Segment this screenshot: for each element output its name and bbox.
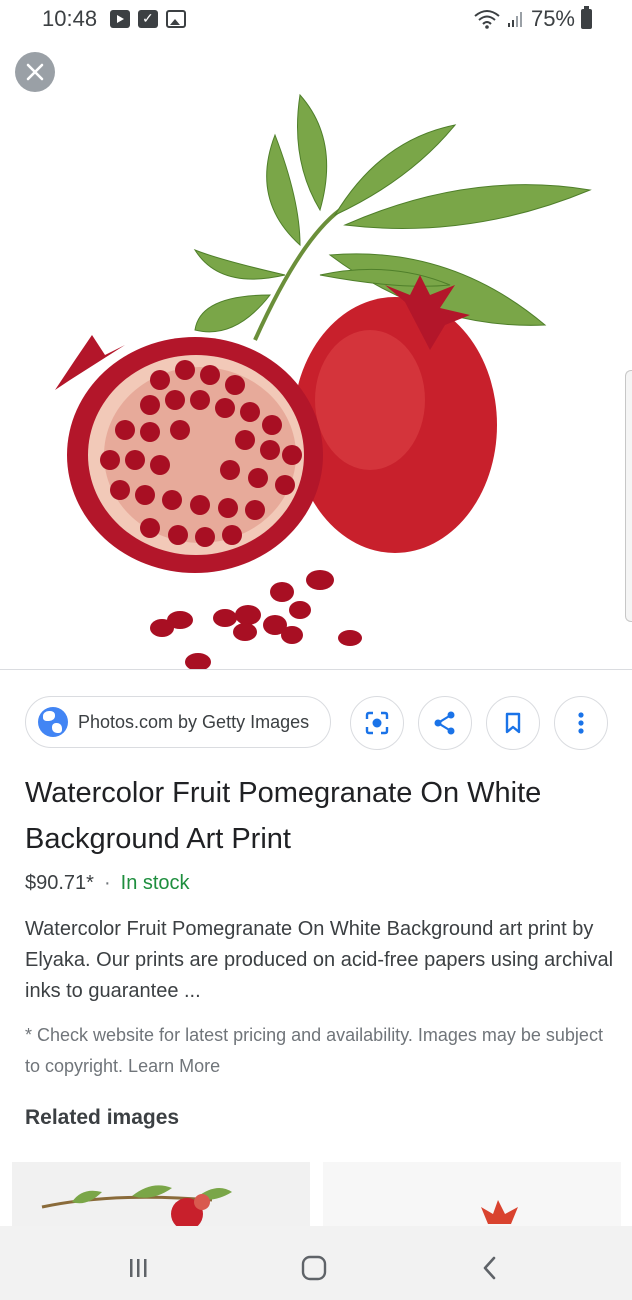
separator-dot: · [103, 872, 111, 894]
bookmark-button[interactable] [486, 696, 540, 750]
more-options-button[interactable] [554, 696, 608, 750]
action-row: Photos.com by Getty Images [25, 696, 615, 752]
loose-seeds [150, 570, 362, 670]
back-button[interactable] [470, 1248, 510, 1288]
more-icon [578, 712, 584, 734]
pomegranate-illustration [55, 93, 592, 670]
pomegranate-flower-thumbnail [481, 1200, 518, 1224]
divider [0, 669, 632, 670]
product-title[interactable]: Watercolor Fruit Pomegranate On White Ba… [25, 770, 615, 862]
wifi-icon [474, 10, 500, 29]
checkbox-icon [138, 10, 158, 28]
lens-icon [365, 711, 389, 735]
price-row: $90.71* · In stock [25, 872, 190, 895]
system-nav-bar [0, 1226, 632, 1300]
source-label: Photos.com by Getty Images [78, 711, 310, 732]
side-panel-handle[interactable] [625, 370, 632, 622]
share-button[interactable] [418, 696, 472, 750]
home-icon [301, 1255, 327, 1281]
related-image-thumbnail[interactable] [12, 1162, 310, 1232]
bookmark-icon [505, 712, 521, 734]
globe-icon [38, 707, 68, 737]
half-pomegranate [55, 335, 323, 573]
home-button[interactable] [294, 1248, 334, 1288]
share-icon [434, 711, 455, 735]
signal-icon [507, 12, 522, 27]
image-preview[interactable] [0, 40, 632, 670]
battery-icon [581, 6, 592, 29]
close-button[interactable] [15, 52, 55, 92]
back-icon [483, 1256, 496, 1280]
recents-button[interactable] [118, 1248, 158, 1288]
disclaimer-text: * Check website for latest pricing and a… [25, 1025, 603, 1076]
source-chip[interactable]: Photos.com by Getty Images [25, 696, 331, 748]
product-description: Watercolor Fruit Pomegranate On White Ba… [25, 918, 614, 1002]
gallery-icon [166, 10, 186, 28]
status-system-icons: 75% [473, 6, 592, 32]
related-image-thumbnail[interactable] [323, 1162, 621, 1232]
status-time: 10:48 [42, 6, 98, 31]
status-notification-icons [110, 10, 186, 28]
battery-percent: 75% [530, 6, 575, 31]
lens-button[interactable] [350, 696, 404, 750]
pomegranate-branch-thumbnail [41, 1185, 232, 1230]
recents-icon [130, 1259, 147, 1277]
close-icon [26, 63, 44, 81]
youtube-icon [110, 10, 130, 28]
stock-status: In stock [120, 872, 190, 894]
status-bar: 10:48 75% [0, 0, 632, 40]
related-images-grid [12, 1162, 622, 1232]
product-price: $90.71* [25, 872, 94, 894]
related-images-heading: Related images [25, 1106, 180, 1129]
